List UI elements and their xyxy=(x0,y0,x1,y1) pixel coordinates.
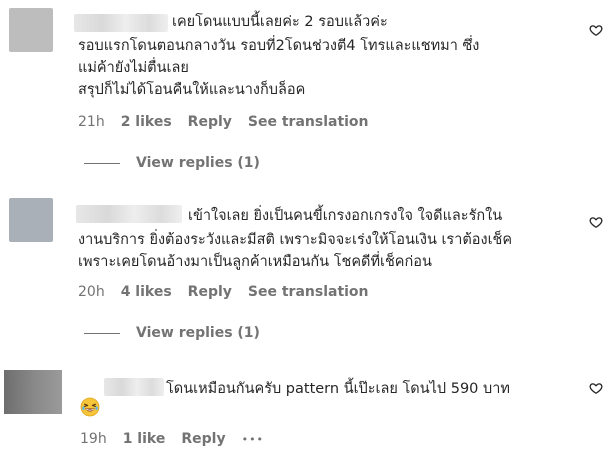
timestamp[interactable]: 20h xyxy=(78,284,105,300)
avatar[interactable] xyxy=(4,370,62,414)
comment-text-line-1: เข้าใจเลย ยิ่งเป็นคนขี้เกรงอกเกรงใจ ใจดี… xyxy=(188,208,503,224)
view-replies-label: View replies (1) xyxy=(136,325,260,341)
avatar[interactable] xyxy=(9,8,53,52)
comment-text-line-1: โดนเหมือนกันครับ pattern นี้เป๊ะเลย โดนไ… xyxy=(166,381,510,397)
replies-divider xyxy=(84,332,120,334)
heart-outline-icon[interactable] xyxy=(589,381,603,395)
reply-button[interactable]: Reply xyxy=(188,114,232,130)
comment-meta: 20h 4 likes Reply See translation xyxy=(78,283,385,301)
username-redacted[interactable] xyxy=(74,14,168,32)
comment-meta: 19h 1 like Reply ••• xyxy=(80,430,280,448)
view-replies-button[interactable]: View replies (1) xyxy=(84,155,260,171)
likes-count[interactable]: 4 likes xyxy=(121,284,172,300)
see-translation-button[interactable]: See translation xyxy=(248,114,369,130)
timestamp[interactable]: 19h xyxy=(80,431,107,447)
reply-button[interactable]: Reply xyxy=(188,284,232,300)
heart-outline-icon[interactable] xyxy=(589,215,603,229)
more-options-icon[interactable]: ••• xyxy=(242,433,264,446)
heart-outline-icon[interactable] xyxy=(589,23,603,37)
likes-count[interactable]: 1 like xyxy=(123,431,166,447)
laughing-face-emoji xyxy=(80,397,100,417)
view-replies-button[interactable]: View replies (1) xyxy=(84,325,260,341)
comment-text-line-2: รอบแรกโดนตอนกลางวัน รอบที่2โดนช่วงตี4 โท… xyxy=(78,38,480,54)
username-redacted[interactable] xyxy=(76,205,182,223)
comment-meta: 21h 2 likes Reply See translation xyxy=(78,113,385,131)
timestamp[interactable]: 21h xyxy=(78,114,105,130)
replies-divider xyxy=(84,162,120,164)
view-replies-label: View replies (1) xyxy=(136,155,260,171)
comment-text-line-1: เคยโดนแบบนี้เลยค่ะ 2 รอบแล้วค่ะ xyxy=(172,14,388,30)
comment-text-line-3: แม่ค้ายังไม่ตื่นเลย xyxy=(78,60,189,76)
see-translation-button[interactable]: See translation xyxy=(248,284,369,300)
comment-text-line-3: เพราะเคยโดนอ้างมาเป็นลูกค้าเหมือนกัน โชค… xyxy=(78,254,432,270)
comment-text-line-2: งานบริการ ยิ่งต้องระวังและมีสติ เพราะมิจ… xyxy=(78,232,513,248)
avatar[interactable] xyxy=(9,198,53,242)
likes-count[interactable]: 2 likes xyxy=(121,114,172,130)
username-redacted[interactable] xyxy=(104,378,164,396)
comment-text-line-4: สรุปก็ไม่ได้โอนคืนให้และนางก็บล็อค xyxy=(78,82,306,98)
reply-button[interactable]: Reply xyxy=(181,431,225,447)
